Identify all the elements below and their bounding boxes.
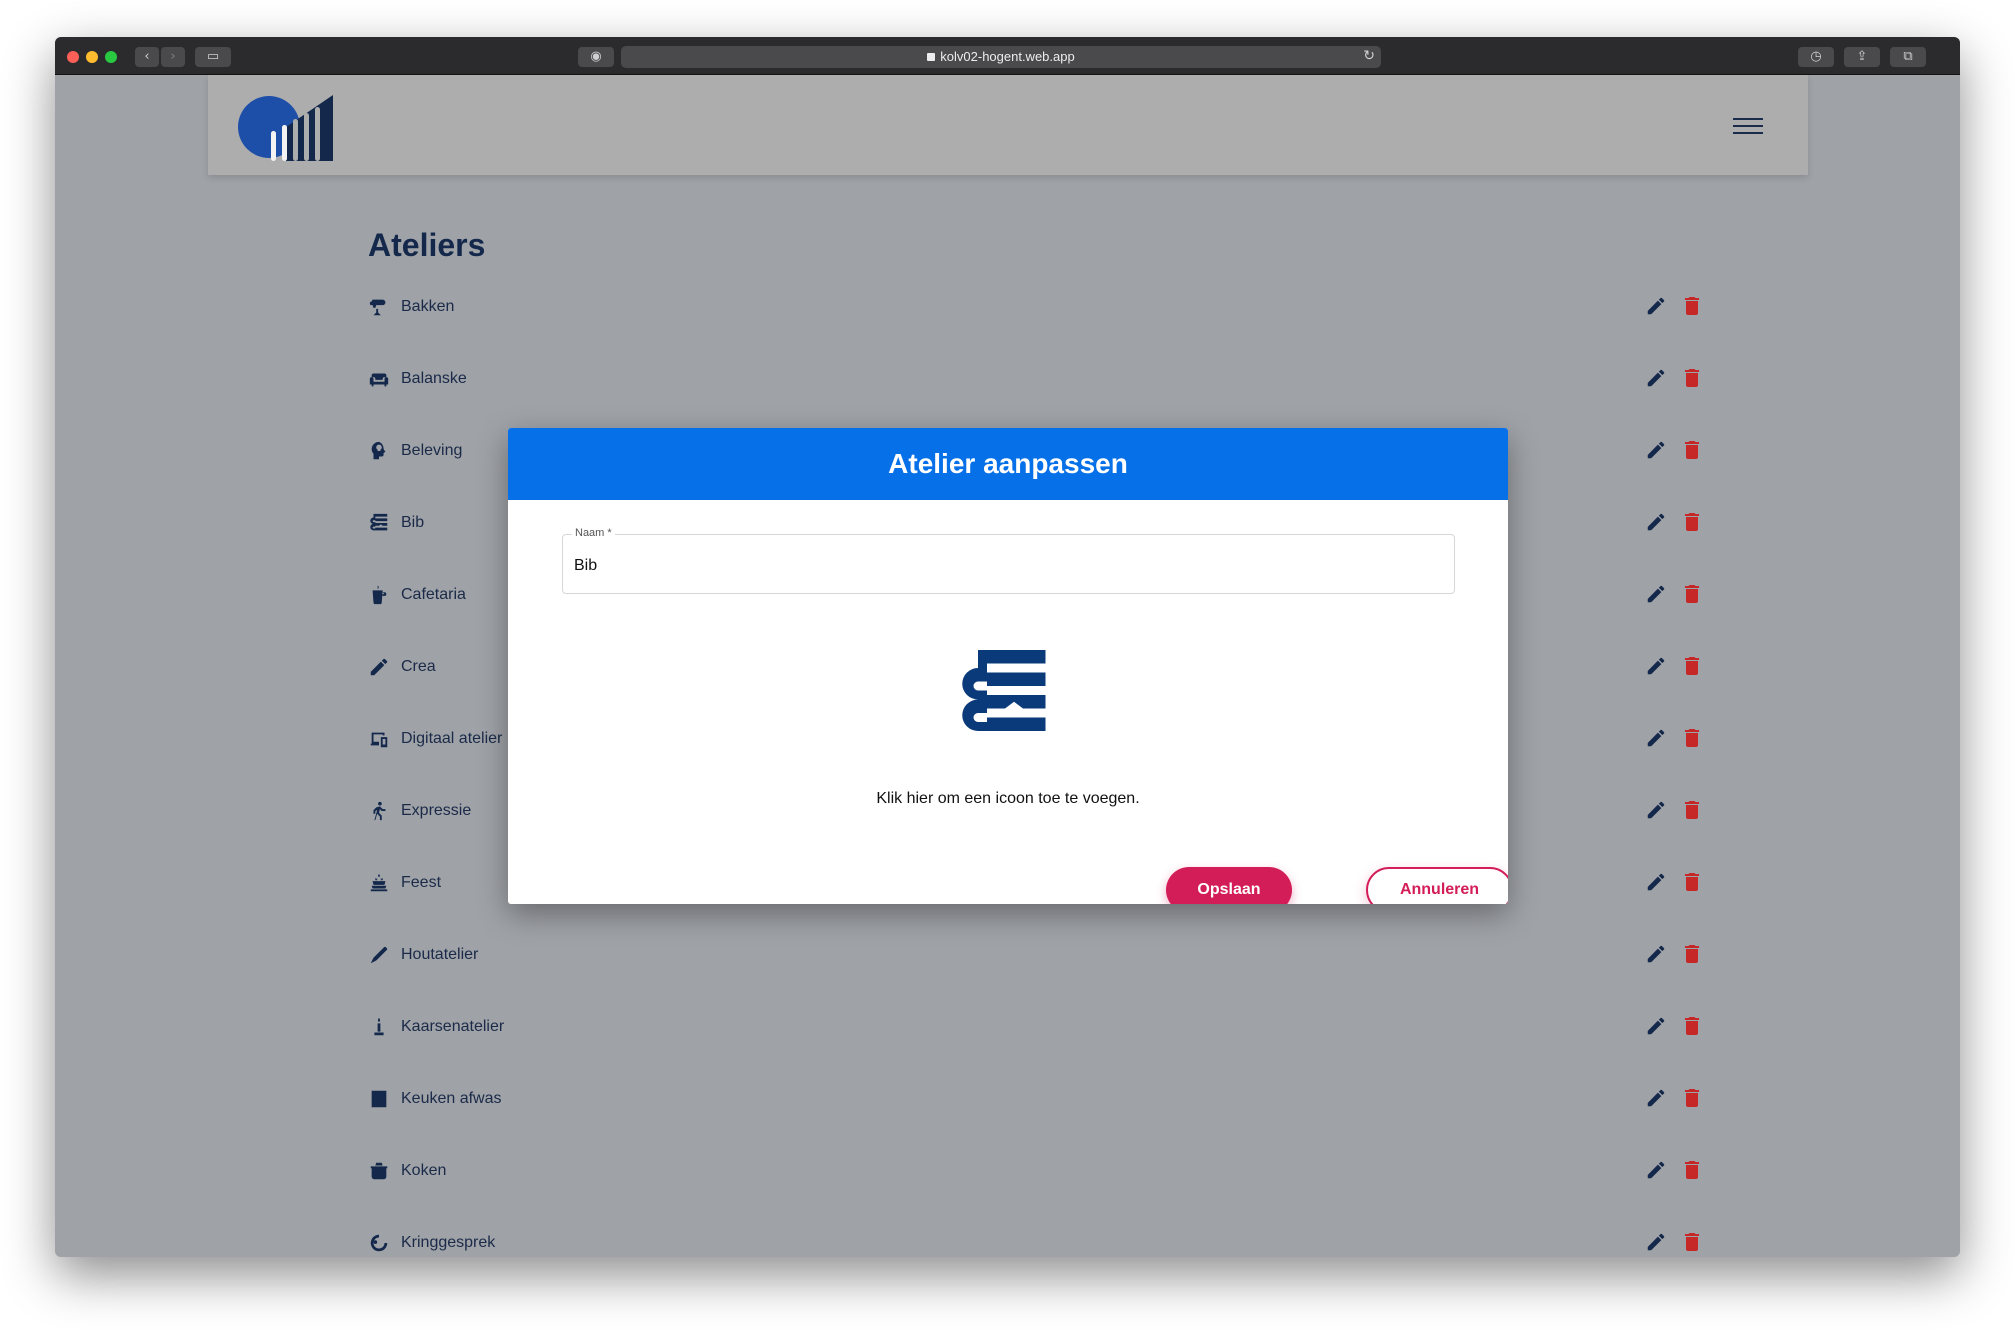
edit-icon[interactable] — [1645, 1231, 1667, 1253]
minimize-window-button[interactable] — [86, 51, 98, 63]
atelier-label: Balanske — [401, 370, 467, 387]
delete-icon[interactable] — [1683, 511, 1701, 533]
browser-toolbar: ‹ › ▭ ◉ kolv02-hogent.web.app ↻ ◷ ⇪ ⧉ — [55, 37, 1960, 75]
atelier-label: Keuken afwas — [401, 1090, 502, 1107]
name-field[interactable]: Naam * — [562, 527, 1455, 594]
dishwasher-icon — [371, 1090, 387, 1108]
delete-icon[interactable] — [1683, 1231, 1701, 1253]
menu-icon[interactable] — [1733, 118, 1763, 136]
dancer-icon — [373, 801, 386, 821]
books-icon — [370, 513, 388, 531]
delete-icon[interactable] — [1683, 871, 1701, 893]
atelier-row[interactable]: Keuken afwas — [368, 1084, 1708, 1114]
cake-icon — [370, 873, 388, 892]
edit-icon[interactable] — [1645, 1159, 1667, 1181]
address-bar[interactable]: kolv02-hogent.web.app ↻ — [621, 46, 1381, 68]
delete-icon[interactable] — [1683, 439, 1701, 461]
back-arrow-icon[interactable]: ‹ — [135, 47, 159, 67]
atelier-label: Bib — [401, 514, 425, 531]
edit-icon[interactable] — [1645, 655, 1667, 677]
tabs-overview-icon[interactable]: ⧉ — [1890, 47, 1926, 67]
people-circle-icon — [370, 1234, 388, 1252]
delete-icon[interactable] — [1683, 727, 1701, 749]
edit-icon[interactable] — [1645, 799, 1667, 821]
atelier-label: Digitaal atelier — [401, 730, 503, 747]
zoom-window-button[interactable] — [105, 51, 117, 63]
edit-icon[interactable] — [1645, 943, 1667, 965]
edit-icon[interactable] — [1645, 295, 1667, 317]
app-header — [208, 75, 1808, 175]
atelier-label: Feest — [401, 874, 442, 891]
delete-icon[interactable] — [1683, 295, 1701, 317]
app-logo[interactable] — [238, 93, 333, 161]
atelier-row[interactable]: Bakken — [368, 292, 1708, 322]
mixer-icon — [369, 299, 386, 316]
edit-icon[interactable] — [1645, 1015, 1667, 1037]
atelier-label: Expressie — [401, 802, 472, 819]
atelier-label: Beleving — [401, 442, 463, 459]
edit-icon[interactable] — [1645, 727, 1667, 749]
delete-icon[interactable] — [1683, 655, 1701, 677]
atelier-label: Bakken — [401, 298, 455, 315]
atelier-row[interactable]: Balanske — [368, 364, 1708, 394]
url-text: kolv02-hogent.web.app — [940, 49, 1075, 64]
cancel-button[interactable]: Annuleren — [1366, 867, 1508, 904]
atelier-row[interactable]: Kaarsenatelier — [368, 1012, 1708, 1042]
downloads-icon[interactable]: ◷ — [1798, 47, 1834, 67]
delete-icon[interactable] — [1683, 583, 1701, 605]
books-icon[interactable] — [944, 641, 1066, 749]
delete-icon[interactable] — [1683, 367, 1701, 389]
atelier-label: Crea — [401, 658, 436, 675]
edit-atelier-dialog: Atelier aanpassen Naam * Klik hier om ee… — [508, 428, 1508, 904]
sofa-icon — [369, 373, 389, 387]
name-input[interactable] — [574, 557, 1434, 575]
privacy-report-icon[interactable]: ◉ — [578, 47, 614, 67]
atelier-row[interactable]: Koken — [368, 1156, 1708, 1186]
pot-icon — [370, 1162, 388, 1180]
name-field-label: Naam * — [572, 527, 615, 539]
edit-icon[interactable] — [1645, 583, 1667, 605]
head-lightbulb-icon — [371, 441, 386, 460]
delete-icon[interactable] — [1683, 943, 1701, 965]
pencil-icon — [370, 658, 388, 676]
atelier-row[interactable]: Houtatelier — [368, 940, 1708, 970]
delete-icon[interactable] — [1683, 1159, 1701, 1181]
edit-icon[interactable] — [1645, 871, 1667, 893]
atelier-label: Kaarsenatelier — [401, 1018, 505, 1035]
candle-icon — [374, 1017, 384, 1036]
coffee-cup-icon — [372, 585, 387, 605]
atelier-label: Cafetaria — [401, 586, 466, 603]
save-button[interactable]: Opslaan — [1166, 867, 1292, 904]
delete-icon[interactable] — [1683, 1015, 1701, 1037]
sidebar-toggle-icon[interactable]: ▭ — [195, 47, 231, 67]
page-title: Ateliers — [368, 227, 486, 263]
browser-window: ‹ › ▭ ◉ kolv02-hogent.web.app ↻ ◷ ⇪ ⧉ At… — [55, 37, 1960, 1257]
saw-icon — [370, 946, 388, 964]
devices-icon — [370, 732, 388, 748]
add-icon-hint[interactable]: Klik hier om een icoon toe te voegen. — [508, 790, 1508, 808]
atelier-label: Koken — [401, 1162, 447, 1179]
delete-icon[interactable] — [1683, 799, 1701, 821]
edit-icon[interactable] — [1645, 511, 1667, 533]
atelier-label: Houtatelier — [401, 946, 479, 963]
lock-icon — [927, 53, 936, 61]
dialog-title: Atelier aanpassen — [508, 428, 1508, 500]
edit-icon[interactable] — [1645, 439, 1667, 461]
atelier-label: Kringgesprek — [401, 1234, 496, 1251]
reload-icon[interactable]: ↻ — [1363, 48, 1375, 64]
close-window-button[interactable] — [67, 51, 79, 63]
edit-icon[interactable] — [1645, 1087, 1667, 1109]
share-icon[interactable]: ⇪ — [1844, 47, 1880, 67]
edit-icon[interactable] — [1645, 367, 1667, 389]
forward-arrow-icon[interactable]: › — [161, 47, 185, 67]
atelier-row[interactable]: Kringgesprek — [368, 1228, 1708, 1257]
delete-icon[interactable] — [1683, 1087, 1701, 1109]
